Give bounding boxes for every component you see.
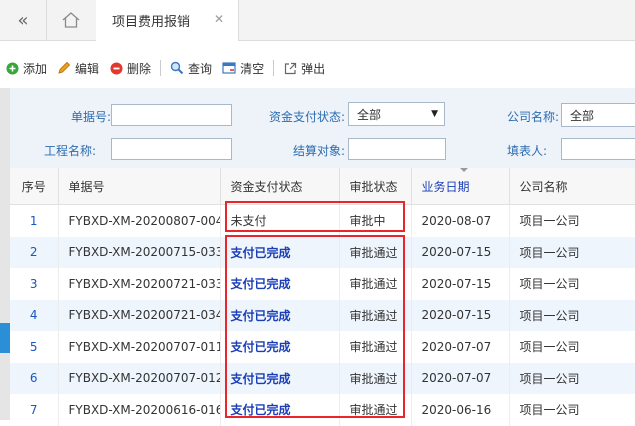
filler-label: 填表人: <box>506 144 547 158</box>
pay-status-select[interactable]: 全部 ▼ <box>348 102 445 126</box>
filler-input[interactable] <box>561 138 635 160</box>
table-row[interactable]: 5 FYBXD-XM-20200707-011 支付已完成 审批通过 2020-… <box>10 331 635 363</box>
tab-bar: « 项目费用报销 ✕ <box>0 0 635 41</box>
table-header-row: 序号 单据号 资金支付状态 审批状态 业务日期 公司名称 <box>10 168 635 205</box>
doc-no-input[interactable] <box>111 104 232 126</box>
project-name-label: 工程名称: <box>43 144 96 158</box>
query-button[interactable]: 查询 <box>165 53 217 83</box>
popup-button[interactable]: 弹出 <box>278 53 330 83</box>
collapse-double-chevron-icon[interactable]: « <box>0 0 47 40</box>
pay-status-label: 资金支付状态: <box>268 110 345 124</box>
left-edge-panel <box>0 88 10 420</box>
records-table: 序号 单据号 资金支付状态 审批状态 业务日期 公司名称 1 FYBXD-XM-… <box>10 168 635 426</box>
external-window-icon <box>283 61 297 75</box>
settle-target-label: 结算对象: <box>292 144 345 158</box>
delete-button[interactable]: 删除 <box>104 53 156 83</box>
table-row[interactable]: 2 FYBXD-XM-20200715-033 支付已完成 审批通过 2020-… <box>10 236 635 268</box>
add-icon <box>5 61 19 75</box>
toolbar: 添加 编辑 删除 查询 清空 弹出 <box>0 53 635 83</box>
table-row[interactable]: 3 FYBXD-XM-20200721-033 支付已完成 审批通过 2020-… <box>10 268 635 300</box>
col-header-pay-status[interactable]: 资金支付状态 <box>220 168 340 205</box>
col-header-company[interactable]: 公司名称 <box>509 168 635 205</box>
doc-no-label: 单据号: <box>70 110 111 124</box>
delete-icon <box>109 61 123 75</box>
table-row[interactable]: 4 FYBXD-XM-20200721-034 支付已完成 审批通过 2020-… <box>10 299 635 331</box>
left-edge-highlight <box>0 323 10 353</box>
col-header-doc-no[interactable]: 单据号 <box>58 168 221 205</box>
close-icon[interactable]: ✕ <box>214 12 224 26</box>
data-grid: 序号 单据号 资金支付状态 审批状态 业务日期 公司名称 1 FYBXD-XM-… <box>10 168 635 426</box>
company-select[interactable]: 全部 <box>561 103 635 127</box>
clear-icon <box>222 61 236 75</box>
col-header-biz-date[interactable]: 业务日期 <box>411 168 510 205</box>
clear-button[interactable]: 清空 <box>217 53 269 83</box>
project-name-input[interactable] <box>111 138 232 160</box>
home-icon[interactable] <box>46 0 97 40</box>
search-icon <box>170 61 184 75</box>
table-row[interactable]: 1 FYBXD-XM-20200807-004 未支付 审批中 2020-08-… <box>10 204 635 237</box>
table-row[interactable]: 7 FYBXD-XM-20200616-016 支付已完成 审批通过 2020-… <box>10 394 635 426</box>
toolbar-divider <box>273 60 275 76</box>
table-row[interactable]: 6 FYBXD-XM-20200707-012 支付已完成 审批通过 2020-… <box>10 362 635 394</box>
settle-target-input[interactable] <box>348 138 446 160</box>
sort-indicator-icon <box>460 168 468 172</box>
col-header-index[interactable]: 序号 <box>10 168 59 205</box>
tab-label: 项目费用报销 <box>112 15 191 30</box>
filter-panel: 单据号: 资金支付状态: 全部 ▼ 公司名称: 全部 工程名称: 结算对象: 填… <box>10 88 635 168</box>
dropdown-arrow-icon: ▼ <box>431 109 438 119</box>
company-label: 公司名称: <box>506 110 559 124</box>
col-header-approval[interactable]: 审批状态 <box>339 168 412 205</box>
add-button[interactable]: 添加 <box>0 53 52 83</box>
toolbar-divider <box>160 60 162 76</box>
edit-button[interactable]: 编辑 <box>52 53 104 83</box>
tab-project-expense[interactable]: 项目费用报销 ✕ <box>96 0 239 41</box>
pencil-icon <box>57 61 71 75</box>
